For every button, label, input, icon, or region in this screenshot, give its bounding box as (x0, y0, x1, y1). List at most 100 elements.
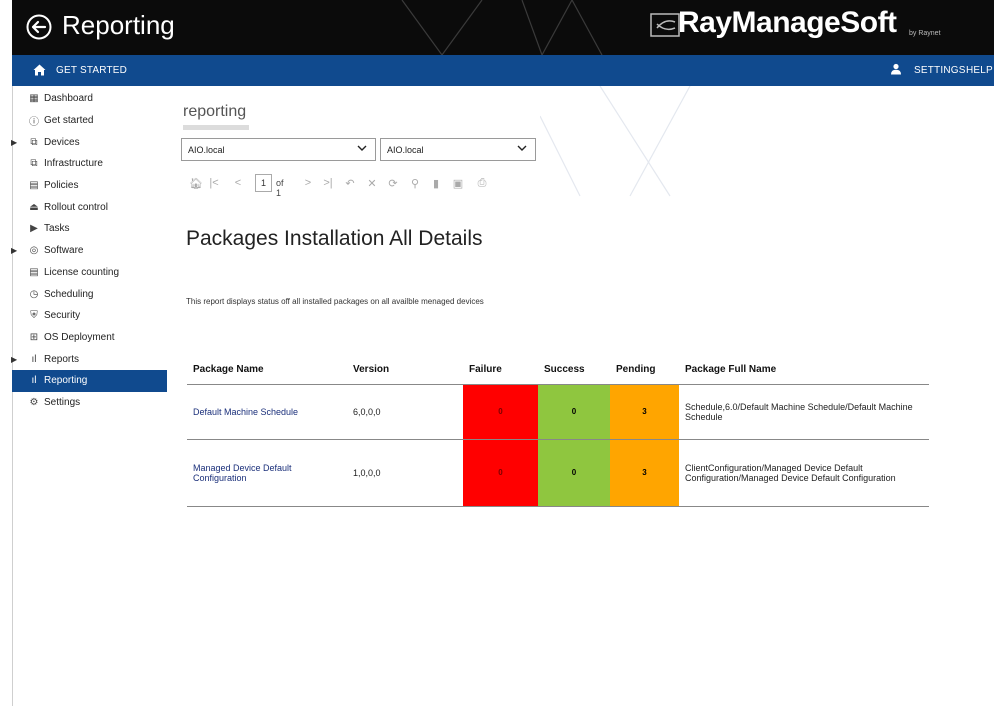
sidebar-item-label: Settings (44, 396, 81, 408)
success-count-cell: 0 (538, 439, 610, 507)
report-viewer-heading: reporting (183, 103, 247, 120)
nav-settings-link[interactable]: SETTINGS (914, 65, 966, 76)
select-value: AIO.local (387, 145, 424, 155)
report-description: This report displays status off all inst… (186, 297, 484, 306)
shield-icon: ⛨ (30, 310, 38, 322)
info-icon: ⓘ (29, 117, 39, 129)
print-icon[interactable]: ⎙ (475, 172, 489, 194)
sidebar-item-scheduling[interactable]: ◷ Scheduling (12, 283, 167, 305)
zoom-icon[interactable]: ⚲ (408, 172, 422, 194)
home-icon[interactable]: 🏠︎ (189, 172, 203, 194)
brand-subtitle: by Raynet (909, 30, 941, 37)
column-header: Failure (463, 355, 538, 385)
export-icon[interactable]: ▮ (429, 172, 443, 194)
last-page-icon[interactable]: >| (321, 172, 335, 194)
back-arrow-icon[interactable] (26, 14, 52, 40)
first-page-icon[interactable]: |< (207, 172, 221, 194)
page-number-input[interactable]: 1 (255, 174, 272, 192)
page-count: of 1 (276, 178, 284, 198)
sidebar-item-software[interactable]: ▶ ◎ Software (11, 240, 167, 262)
expand-arrow-icon[interactable]: ▶ (11, 138, 17, 147)
refresh-icon[interactable]: ⟳ (386, 172, 400, 194)
packages-table: Package Name Version Failure Success Pen… (187, 355, 929, 507)
sidebar-item-get-started[interactable]: ⓘ Get started (12, 110, 167, 132)
user-icon[interactable] (890, 63, 902, 75)
table-row: Managed Device Default Configuration 1,0… (187, 439, 929, 507)
sidebar-item-label: Security (44, 310, 81, 322)
nav-get-started-link[interactable]: GET STARTED (56, 65, 127, 76)
previous-page-icon[interactable]: < (231, 172, 245, 194)
devices-icon: ⧉ (30, 136, 38, 148)
column-header: Version (347, 355, 463, 385)
sidebar-item-devices[interactable]: ▶ ⧉ Devices (11, 131, 167, 153)
column-header: Package Full Name (679, 355, 929, 385)
sidebar-item-reports[interactable]: ▶ ıl Reports (11, 348, 167, 370)
clock-icon: ◷ (29, 288, 39, 300)
pending-count-cell: 3 (610, 384, 679, 440)
expand-arrow-icon[interactable]: ▶ (11, 355, 17, 364)
tasks-icon: ▶ (30, 223, 38, 235)
document-map-icon[interactable]: ▣ (451, 172, 465, 194)
sidebar-item-label: Software (44, 245, 84, 257)
sidebar-item-label: Tasks (44, 223, 70, 235)
sidebar-item-label: License counting (44, 266, 120, 278)
chevron-down-icon (357, 145, 367, 151)
failure-count-cell: 0 (463, 439, 538, 507)
sidebar-item-label: Rollout control (44, 201, 108, 213)
sidebar-item-label: Get started (44, 115, 94, 127)
home-icon[interactable] (33, 64, 46, 76)
policies-icon: ▤ (29, 180, 39, 192)
sidebar-item-policies[interactable]: ▤ Policies (12, 175, 167, 197)
expand-arrow-icon[interactable]: ▶ (11, 246, 17, 255)
sidebar-item-tasks[interactable]: ▶ Tasks (12, 218, 167, 240)
package-full-name-cell: ClientConfiguration/Managed Device Defau… (679, 439, 929, 507)
chevron-down-icon (517, 145, 527, 151)
select-value: AIO.local (188, 145, 225, 155)
stop-icon[interactable]: ✕ (365, 172, 379, 194)
sidebar-item-label: Dashboard (44, 93, 93, 105)
rollout-icon: ⏏ (29, 201, 39, 213)
sidebar-item-label: OS Deployment (44, 331, 115, 343)
background-watermark (540, 86, 691, 197)
license-icon: ▤ (29, 266, 39, 278)
sidebar-item-infrastructure[interactable]: ⧉ Infrastructure (12, 153, 167, 175)
next-page-icon[interactable]: > (301, 172, 315, 194)
package-name-cell: Default Machine Schedule (187, 384, 347, 440)
sidebar-item-security[interactable]: ⛨ Security (12, 305, 167, 327)
column-header: Success (538, 355, 610, 385)
bar-chart-icon: ıl (31, 353, 37, 365)
pending-count-cell: 3 (610, 439, 679, 507)
report-title: Packages Installation All Details (186, 227, 483, 250)
title-bar: Reporting RayManageSoft by Raynet (12, 0, 994, 55)
table-header-row: Package Name Version Failure Success Pen… (187, 355, 929, 385)
windows-icon: ⊞ (29, 331, 39, 343)
nav-help-link[interactable]: HELP (966, 65, 993, 76)
top-navbar: GET STARTED SETTINGS HELP (12, 55, 994, 86)
gear-icon: ⚙ (29, 396, 39, 408)
brand-name: RayManageSoft (678, 6, 897, 39)
sidebar-item-license-counting[interactable]: ▤ License counting (12, 262, 167, 284)
version-cell: 6,0,0,0 (347, 384, 463, 440)
sidebar-item-settings[interactable]: ⚙ Settings (12, 392, 167, 414)
success-count-cell: 0 (538, 384, 610, 440)
sidebar-item-label: Infrastructure (44, 158, 103, 170)
software-icon: ◎ (29, 245, 39, 257)
app-title: Reporting (62, 10, 175, 40)
back-icon[interactable]: ↶ (343, 172, 357, 194)
sidebar-item-label: Scheduling (44, 288, 94, 300)
column-header: Package Name (187, 355, 347, 385)
sidebar-item-dashboard[interactable]: ▦ Dashboard (12, 88, 167, 110)
select-site-1[interactable]: AIO.local (181, 138, 376, 161)
package-name-cell: Managed Device Default Configuration (187, 439, 347, 507)
sidebar-item-label: Policies (44, 180, 79, 192)
select-site-2[interactable]: AIO.local (380, 138, 536, 161)
sidebar-item-os-deployment[interactable]: ⊞ OS Deployment (12, 327, 167, 349)
sidebar-item-rollout-control[interactable]: ⏏ Rollout control (12, 196, 167, 218)
package-full-name-cell: Schedule,6.0/Default Machine Schedule/De… (679, 384, 929, 440)
dashboard-icon: ▦ (29, 93, 39, 105)
table-row: Default Machine Schedule 6,0,0,0 0 0 3 S… (187, 384, 929, 440)
version-cell: 1,0,0,0 (347, 439, 463, 507)
sidebar: ▦ Dashboard ⓘ Get started ▶ ⧉ Devices ⧉ … (11, 88, 167, 414)
sidebar-item-reporting[interactable]: ıl Reporting (12, 369, 167, 392)
failure-count-cell: 0 (463, 384, 538, 440)
